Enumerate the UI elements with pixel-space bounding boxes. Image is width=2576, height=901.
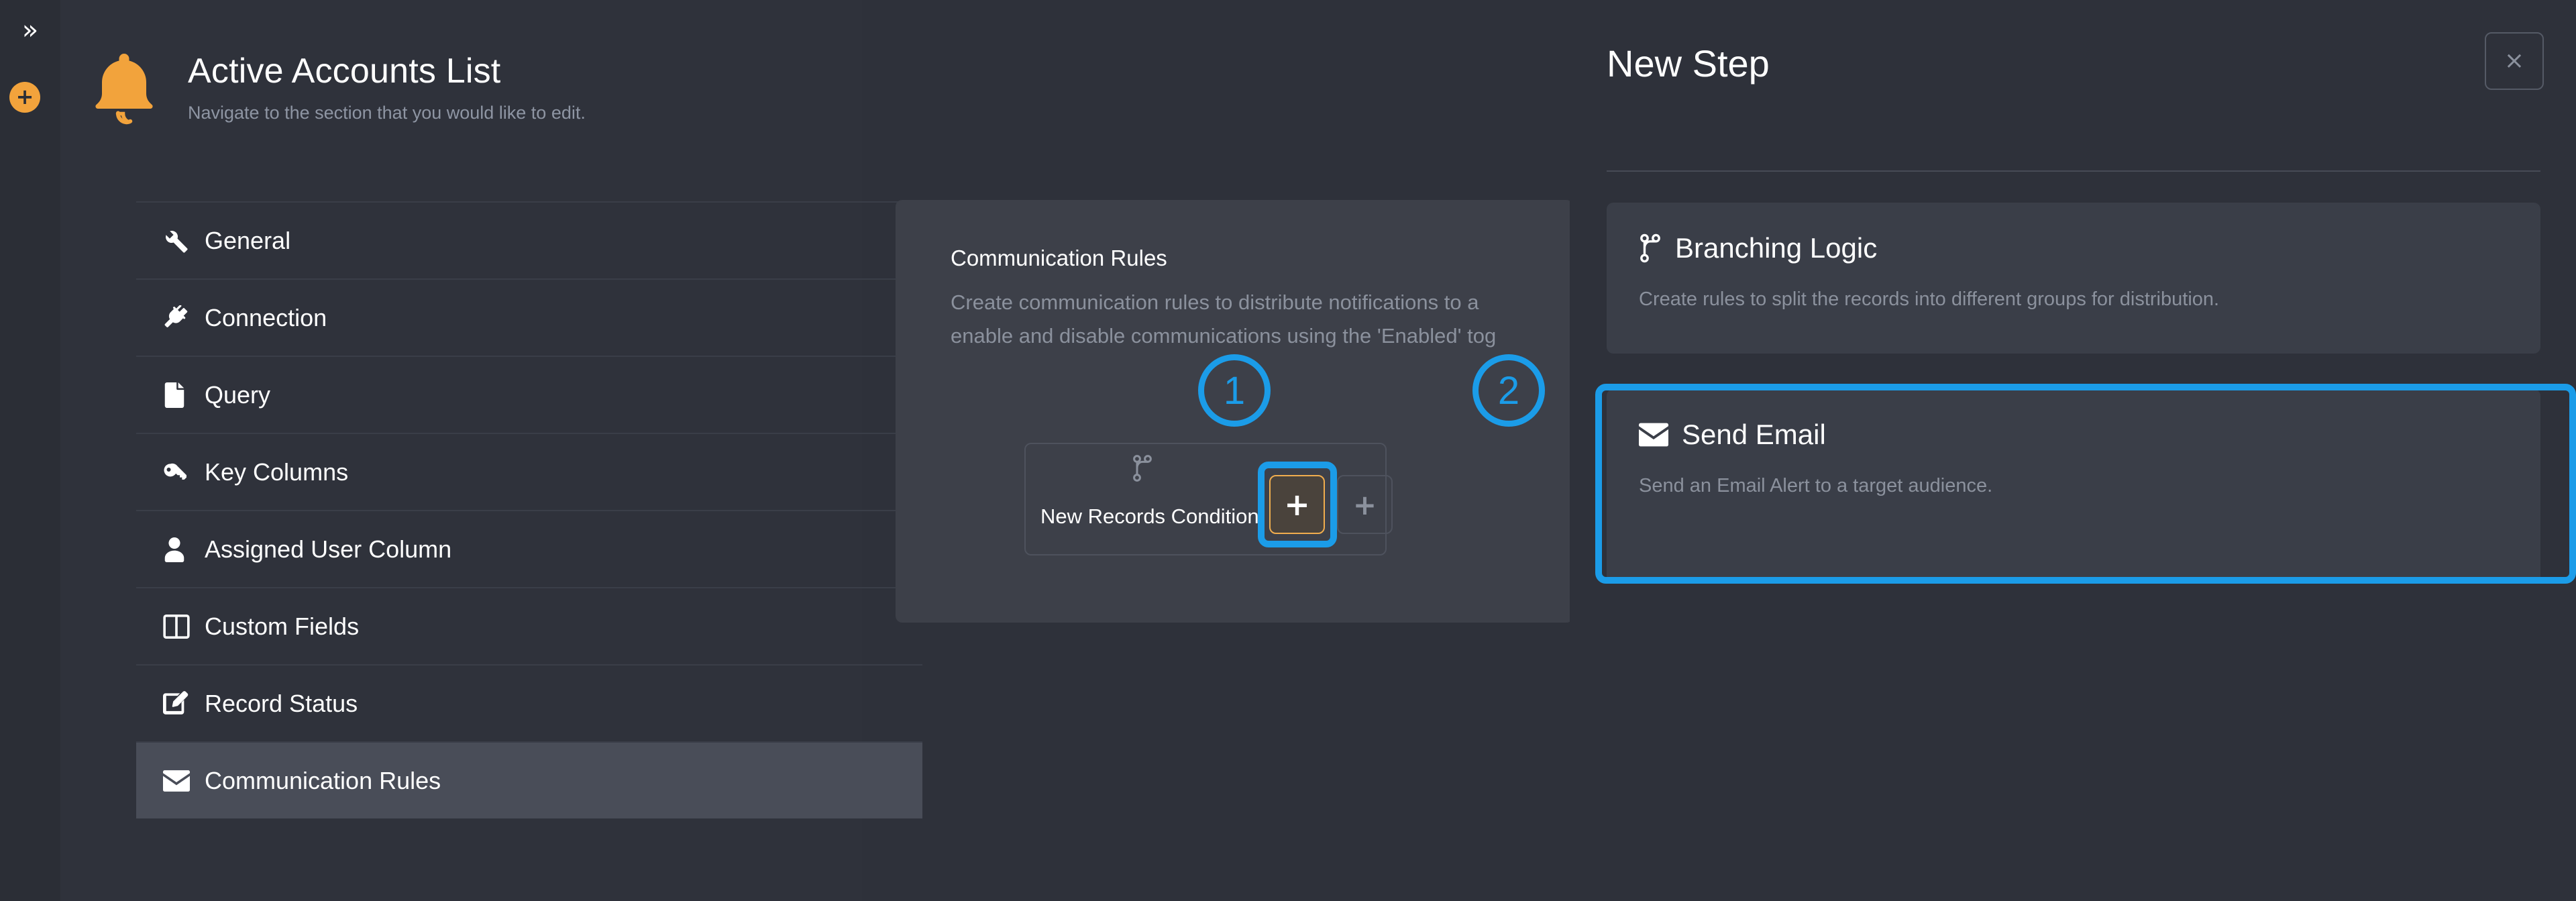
user-icon	[163, 537, 205, 562]
sidebar-item-assigned-user-column[interactable]: Assigned User Column	[136, 510, 922, 587]
sidebar-item-record-status[interactable]: Record Status	[136, 664, 922, 741]
branch-icon	[1132, 455, 1153, 485]
step-option-description: Send an Email Alert to a target audience…	[1639, 475, 1993, 496]
sidebar-item-label: General	[205, 226, 291, 254]
settings-panel: Active Accounts List Navigate to the sec…	[60, 0, 922, 901]
card-title: Communication Rules	[951, 246, 1167, 270]
step-option-title: Send Email	[1682, 419, 1826, 450]
key-icon	[163, 460, 205, 485]
sidebar-item-label: Custom Fields	[205, 612, 360, 640]
add-step-button-secondary[interactable]: +	[1337, 475, 1393, 534]
step-option-header: Branching Logic	[1639, 232, 2508, 264]
bell-icon	[84, 47, 164, 131]
wrench-icon	[163, 228, 205, 254]
drawer-title: New Step	[1607, 42, 1770, 85]
communication-rules-card: Communication Rules Create communication…	[896, 200, 1573, 623]
sidebar-item-general[interactable]: General	[136, 201, 922, 278]
drawer-divider	[1607, 170, 2540, 172]
file-icon	[163, 382, 205, 408]
sidebar-item-connection[interactable]: Connection	[136, 278, 922, 356]
step-option-branching-logic[interactable]: Branching Logic Create rules to split th…	[1607, 203, 2540, 354]
chevron-double-right-icon[interactable]: »	[12, 12, 48, 48]
sidebar-item-custom-fields[interactable]: Custom Fields	[136, 587, 922, 664]
sidebar-item-label: Record Status	[205, 689, 358, 717]
section-header: Active Accounts List Navigate to the sec…	[60, 40, 862, 174]
bell-icon-wrap	[60, 40, 188, 131]
page-subtitle: Navigate to the section that you would l…	[188, 103, 586, 123]
plus-circle-icon[interactable]: +	[9, 82, 40, 113]
add-step-button[interactable]: +	[1269, 475, 1325, 534]
step-option-send-email[interactable]: Send Email Send an Email Alert to a targ…	[1607, 389, 2540, 584]
flow-node-new-records-condition[interactable]: New Records Condition	[1024, 443, 1387, 555]
app-root: » + Active Accounts List Navigate to the…	[0, 0, 2576, 901]
section-title-block: Active Accounts List Navigate to the sec…	[188, 40, 586, 123]
sidebar-item-label: Communication Rules	[205, 766, 441, 794]
envelope-icon	[1639, 423, 1668, 447]
step-option-header: Send Email	[1639, 419, 2508, 451]
edit-square-icon	[163, 690, 205, 717]
left-rail: » +	[0, 0, 60, 901]
new-step-drawer: New Step × Branching Logic Create rules …	[1570, 0, 2576, 901]
sidebar-item-label: Assigned User Column	[205, 535, 452, 563]
plug-icon	[163, 305, 205, 331]
close-icon[interactable]: ×	[2485, 32, 2544, 90]
step-option-title: Branching Logic	[1675, 232, 1878, 264]
columns-icon	[163, 614, 205, 639]
sidebar-item-communication-rules[interactable]: Communication Rules	[136, 741, 922, 818]
sidebar-item-label: Query	[205, 380, 271, 409]
branch-icon	[1639, 233, 1662, 263]
sidebar-item-label: Key Columns	[205, 458, 349, 486]
envelope-icon	[163, 770, 205, 792]
sidebar-item-key-columns[interactable]: Key Columns	[136, 433, 922, 510]
step-option-description: Create rules to split the records into d…	[1639, 288, 2220, 310]
page-title: Active Accounts List	[188, 52, 501, 91]
flow-node-label: New Records Condition	[1040, 505, 1259, 528]
sidebar-item-query[interactable]: Query	[136, 356, 922, 433]
sidebar-item-label: Connection	[205, 303, 327, 331]
settings-nav-list: General Connection Query Key Columns Ass…	[136, 201, 922, 818]
